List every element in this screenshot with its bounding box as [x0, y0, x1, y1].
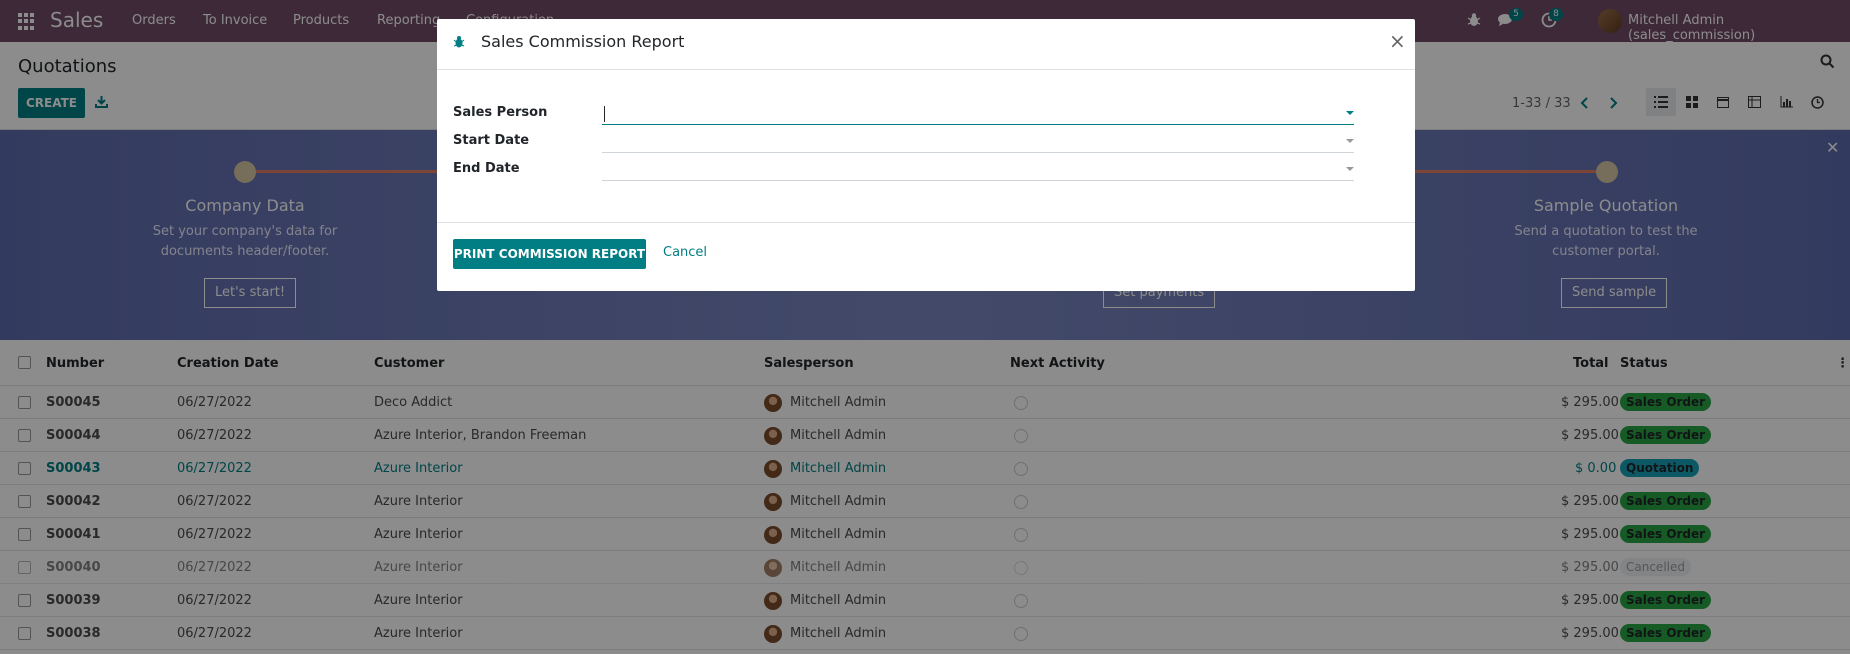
sales-commission-dialog: Sales Commission Report × Sales Person S… [437, 19, 1415, 291]
end-date-label: End Date [453, 161, 520, 176]
modal-footer: PRINT COMMISSION REPORT Cancel [437, 222, 1415, 291]
start-date-label: Start Date [453, 133, 530, 148]
print-commission-report-button[interactable]: PRINT COMMISSION REPORT [453, 239, 646, 269]
text-caret [604, 106, 605, 122]
modal-title: Sales Commission Report [481, 32, 685, 51]
chevron-down-icon[interactable] [1346, 167, 1354, 171]
sales-person-label: Sales Person [453, 105, 548, 120]
close-icon[interactable]: × [1389, 29, 1406, 53]
start-date-input[interactable] [602, 131, 1354, 153]
cancel-button[interactable]: Cancel [663, 245, 707, 260]
end-date-input[interactable] [602, 159, 1354, 181]
chevron-down-icon[interactable] [1346, 139, 1354, 143]
chevron-down-icon[interactable] [1346, 111, 1354, 115]
modal-header: Sales Commission Report × [437, 19, 1415, 70]
bug-icon [453, 35, 465, 53]
sales-person-input[interactable] [602, 103, 1354, 125]
